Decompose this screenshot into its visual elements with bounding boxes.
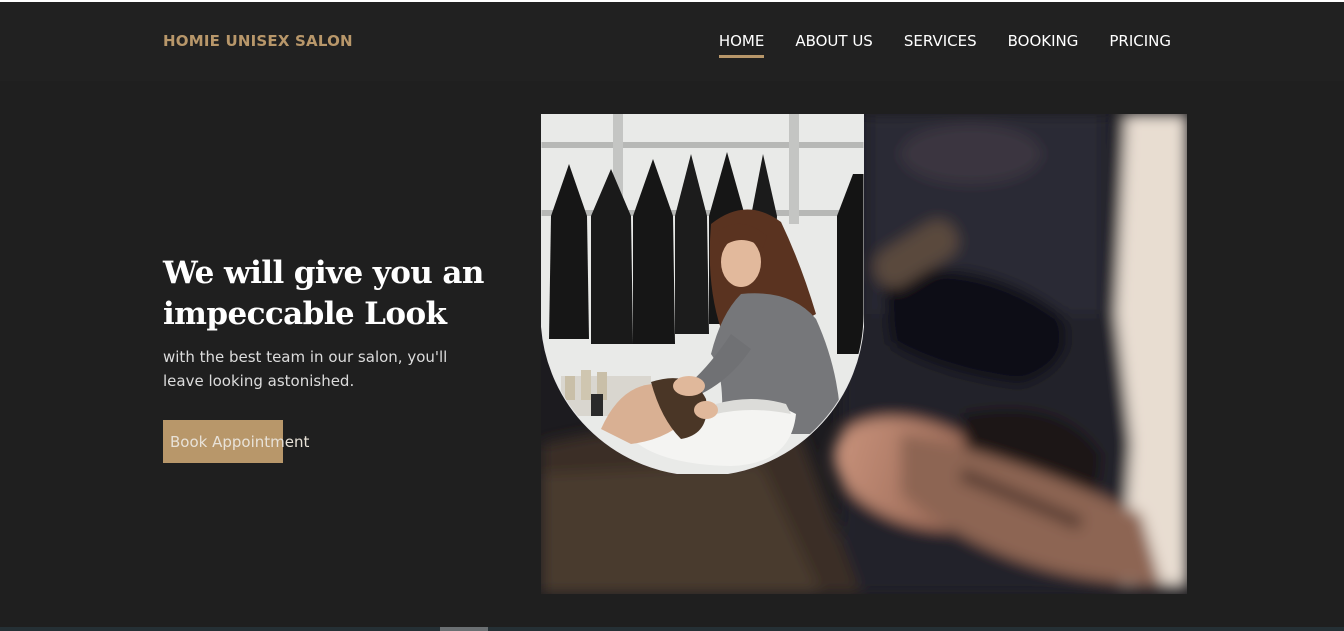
- hero-image: [541, 114, 1187, 594]
- bottom-indicator: [440, 627, 488, 631]
- hair-wash-photo: [541, 114, 864, 474]
- hero-subtitle: with the best team in our salon, you'll …: [163, 345, 493, 393]
- hero-subtitle-line-2: leave looking astonished.: [163, 372, 355, 390]
- nav-services[interactable]: SERVICES: [904, 32, 977, 54]
- bottom-strip: [0, 627, 1344, 631]
- nav-pricing[interactable]: PRICING: [1109, 32, 1171, 54]
- hero-title-line-1: We will give you an: [163, 255, 484, 291]
- hero-title-line-2: impeccable Look: [163, 296, 447, 332]
- page: HOMIE UNISEX SALON HOME ABOUT US SERVICE…: [0, 0, 1344, 631]
- main-nav: HOME ABOUT US SERVICES BOOKING PRICING: [718, 32, 1171, 58]
- book-appointment-label: Book Appointment: [170, 432, 310, 451]
- navbar: HOMIE UNISEX SALON HOME ABOUT US SERVICE…: [0, 2, 1344, 81]
- nav-home[interactable]: HOME: [718, 32, 764, 58]
- nav-booking[interactable]: BOOKING: [1008, 32, 1079, 54]
- book-appointment-button[interactable]: Book Appointment: [163, 420, 363, 463]
- hero-title: We will give you an impeccable Look: [163, 253, 503, 335]
- hero-subtitle-line-1: with the best team in our salon, you'll: [163, 348, 448, 366]
- brand-logo[interactable]: HOMIE UNISEX SALON: [163, 32, 353, 50]
- nav-about-us[interactable]: ABOUT US: [795, 32, 873, 54]
